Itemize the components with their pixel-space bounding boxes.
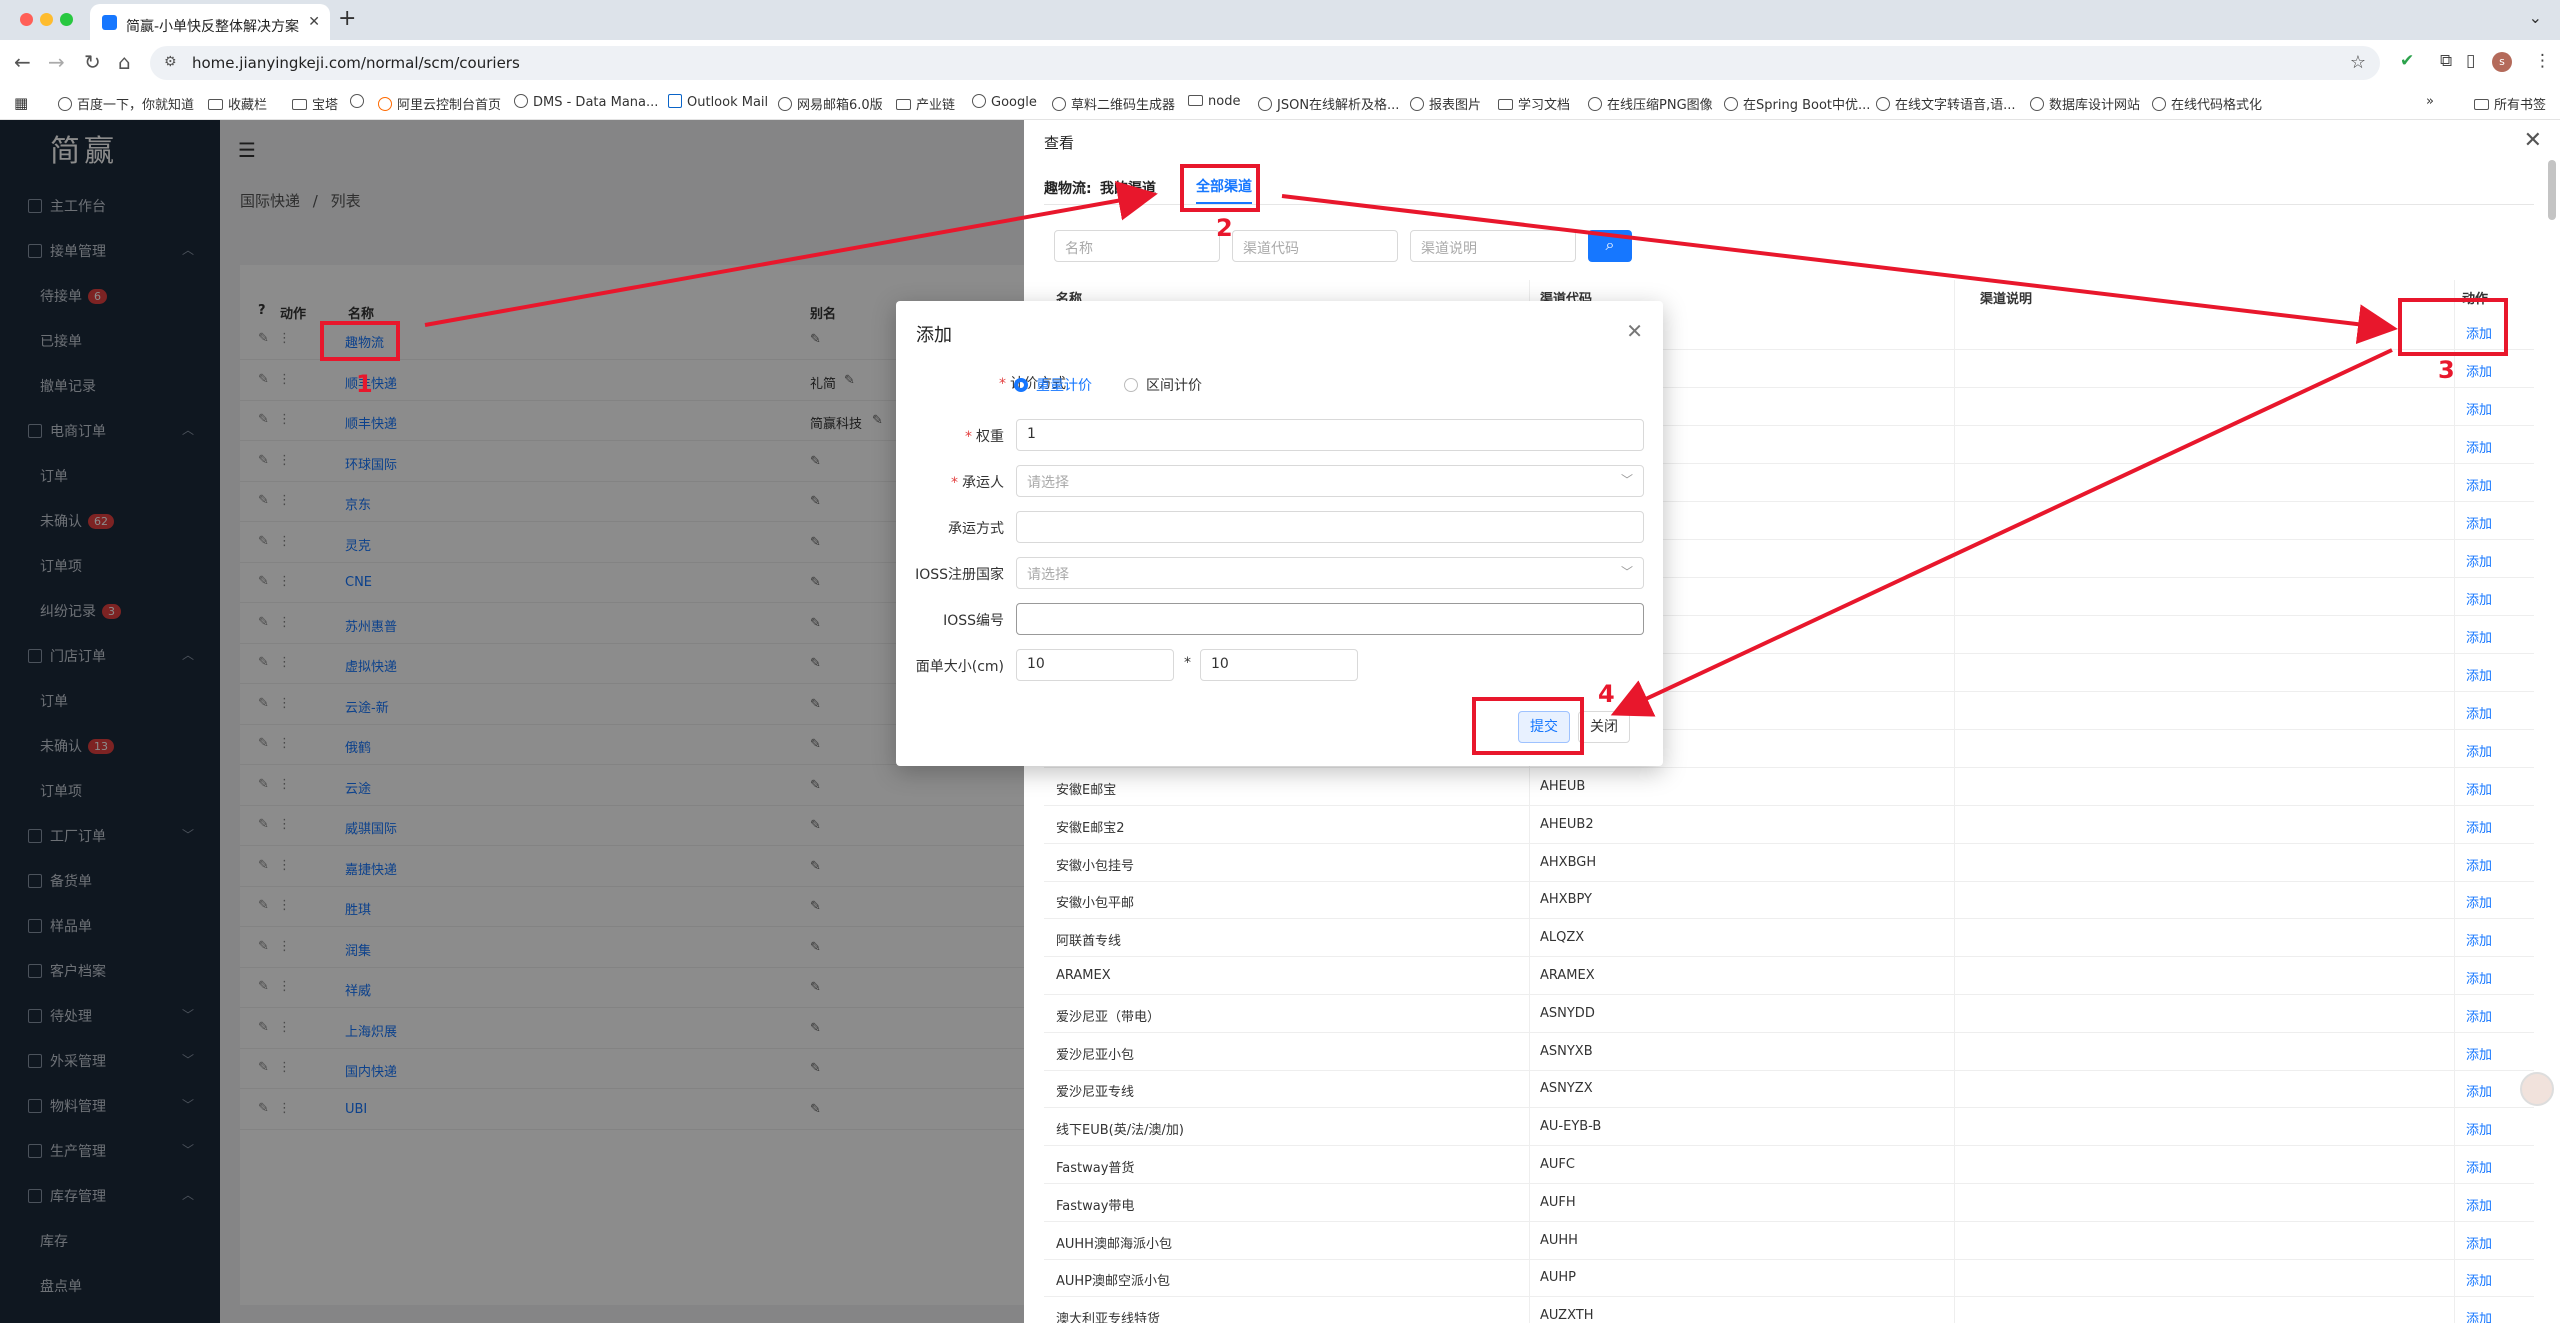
arrow-2-to-3 (1281, 194, 2398, 345)
annotation-arrows (424, 180, 2398, 717)
arrow-3-to-4 (1610, 348, 2393, 717)
arrow-1-to-2 (424, 180, 1158, 327)
